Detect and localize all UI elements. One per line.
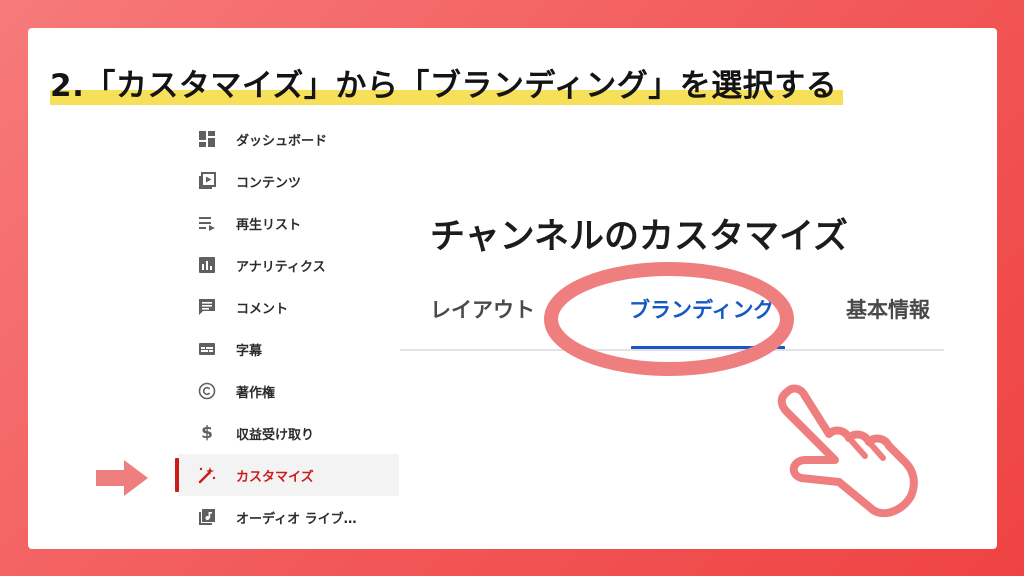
- sidebar-item-playlist[interactable]: 再生リスト: [178, 202, 399, 244]
- sidebar-item-dashboard[interactable]: ダッシュボード: [178, 118, 399, 160]
- sidebar-item-label: カスタマイズ: [236, 469, 314, 485]
- tab-basic-info[interactable]: 基本情報: [846, 294, 930, 324]
- comment-icon: [198, 298, 216, 316]
- pointing-hand-icon: [777, 384, 918, 518]
- slide-title-wrap: 2.「カスタマイズ」から「ブランディング」を選択する: [50, 64, 844, 108]
- sidebar-item-audio-library[interactable]: オーディオ ライブ…: [178, 496, 399, 538]
- content-icon: [198, 172, 216, 190]
- slide-title: 2.「カスタマイズ」から「ブランディング」を選択する: [50, 68, 838, 104]
- sidebar-item-label: ダッシュボード: [236, 133, 328, 149]
- dashboard-icon: [198, 130, 216, 148]
- magic-wand-icon: [198, 466, 216, 484]
- analytics-icon: [198, 256, 216, 274]
- page-title: チャンネルのカスタマイズ: [430, 217, 848, 257]
- sidebar-item-label: コンテンツ: [236, 175, 302, 191]
- tab-layout[interactable]: レイアウト: [430, 294, 535, 324]
- sidebar-item-label: コメント: [236, 301, 289, 317]
- sidebar-item-label: 著作権: [236, 385, 276, 401]
- playlist-icon: [198, 214, 216, 232]
- pointer-arrow-icon: [96, 460, 148, 496]
- slide-card: 2.「カスタマイズ」から「ブランディング」を選択する ダッシュボード コンテンツ…: [28, 28, 997, 549]
- sidebar-item-analytics[interactable]: アナリティクス: [178, 244, 399, 286]
- sidebar-item-comments[interactable]: コメント: [178, 286, 399, 328]
- sidebar-item-copyright[interactable]: 著作権: [178, 370, 399, 412]
- sidebar-item-monetization[interactable]: $ 収益受け取り: [178, 412, 399, 454]
- sidebar-item-label: アナリティクス: [236, 259, 326, 275]
- copyright-icon: [198, 382, 216, 400]
- sidebar-item-subtitles[interactable]: 字幕: [178, 328, 399, 370]
- sidebar-item-label: 収益受け取り: [236, 427, 315, 443]
- highlight-ring: [544, 262, 794, 376]
- sidebar-item-label: オーディオ ライブ…: [236, 511, 357, 527]
- active-indicator: [175, 458, 179, 492]
- sidebar-item-label: 再生リスト: [236, 217, 302, 233]
- audio-library-icon: [198, 508, 216, 526]
- dollar-icon: $: [201, 423, 213, 443]
- sidebar-item-customize[interactable]: カスタマイズ: [175, 454, 399, 496]
- sidebar: ダッシュボード コンテンツ 再生リスト アナリティクス コメント 字幕 著作権 …: [175, 118, 399, 538]
- sidebar-item-label: 字幕: [236, 343, 263, 359]
- sidebar-item-content[interactable]: コンテンツ: [178, 160, 399, 202]
- subtitles-icon: [198, 340, 216, 358]
